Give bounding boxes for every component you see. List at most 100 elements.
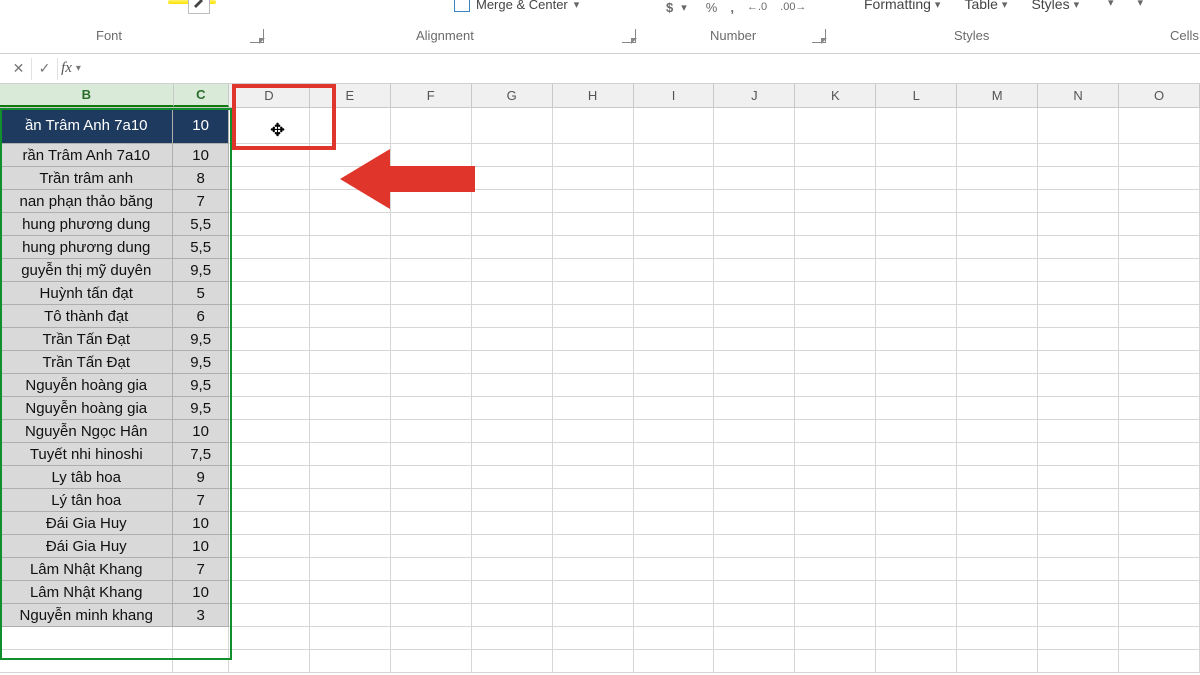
cell-name[interactable]: hung phương dung xyxy=(0,236,173,259)
cell-empty[interactable] xyxy=(714,420,795,443)
cell-empty[interactable] xyxy=(391,604,472,627)
cell-empty[interactable] xyxy=(714,236,795,259)
cell-empty[interactable] xyxy=(553,213,634,236)
cell-empty[interactable] xyxy=(310,374,391,397)
cell-empty[interactable] xyxy=(1038,236,1119,259)
cell-score[interactable]: 10 xyxy=(173,535,228,558)
cell-empty[interactable] xyxy=(714,351,795,374)
table-row[interactable]: Nguyễn hoàng gia9,5 xyxy=(0,397,1200,420)
cell-empty[interactable] xyxy=(229,213,310,236)
cell-empty[interactable] xyxy=(795,581,876,604)
cell-empty[interactable] xyxy=(553,489,634,512)
col-header-J[interactable]: J xyxy=(714,84,795,107)
table-row[interactable]: nan phạn thảo băng7 xyxy=(0,190,1200,213)
cell-empty[interactable] xyxy=(472,512,553,535)
cell-empty[interactable] xyxy=(1119,374,1200,397)
cell-empty[interactable] xyxy=(553,374,634,397)
cell-empty[interactable] xyxy=(310,581,391,604)
spreadsheet[interactable]: B C D E F G H I J K L M N O ần Trâm Anh … xyxy=(0,84,1200,675)
cell-empty[interactable] xyxy=(1119,558,1200,581)
cell-name[interactable]: Nguyễn hoàng gia xyxy=(0,374,173,397)
cell-score[interactable]: 9,5 xyxy=(173,397,228,420)
cell-empty[interactable] xyxy=(957,108,1038,144)
cell-empty[interactable] xyxy=(634,108,715,144)
cell-empty[interactable] xyxy=(229,420,310,443)
delete-dropdown[interactable]: ▾ xyxy=(1138,0,1144,9)
cell-empty[interactable] xyxy=(553,108,634,144)
decrease-decimal-button[interactable]: .00→ xyxy=(774,0,812,18)
cell-empty[interactable] xyxy=(1038,167,1119,190)
cell-empty[interactable] xyxy=(472,420,553,443)
cell-empty[interactable] xyxy=(714,443,795,466)
cell-empty[interactable] xyxy=(229,144,310,167)
cell-empty[interactable] xyxy=(795,466,876,489)
cell-empty[interactable] xyxy=(1119,328,1200,351)
highlighter-icon[interactable] xyxy=(188,0,210,14)
cell-empty[interactable] xyxy=(957,167,1038,190)
formula-input[interactable] xyxy=(84,54,1200,83)
cell-empty[interactable] xyxy=(634,466,715,489)
col-header-H[interactable]: H xyxy=(553,84,634,107)
cell-empty[interactable] xyxy=(472,236,553,259)
cell-empty[interactable] xyxy=(876,535,957,558)
cell-empty[interactable] xyxy=(957,466,1038,489)
cell-score[interactable]: 10 xyxy=(173,144,228,167)
cell-name[interactable]: Tô thành đạt xyxy=(0,305,173,328)
cell-styles-dropdown[interactable]: Styles▾ xyxy=(1031,0,1079,12)
merge-and-center-button[interactable]: Merge & Center ▾ xyxy=(454,0,579,12)
cell-empty[interactable] xyxy=(1119,167,1200,190)
cell-empty[interactable] xyxy=(1038,305,1119,328)
cell-empty[interactable] xyxy=(472,397,553,420)
cell-empty[interactable] xyxy=(472,443,553,466)
cell-empty[interactable] xyxy=(957,190,1038,213)
cell-empty[interactable] xyxy=(472,328,553,351)
cell-empty[interactable] xyxy=(553,167,634,190)
cell-score[interactable]: 10 xyxy=(173,108,228,144)
cell-name[interactable]: Lâm Nhật Khang xyxy=(0,581,173,604)
cell-empty[interactable] xyxy=(795,282,876,305)
cell-empty[interactable] xyxy=(795,190,876,213)
cell-empty[interactable] xyxy=(876,282,957,305)
cell-empty[interactable] xyxy=(553,581,634,604)
table-row[interactable]: Lâm Nhật Khang10 xyxy=(0,581,1200,604)
fx-button[interactable]: fx▾ xyxy=(58,58,84,80)
cell-empty[interactable] xyxy=(795,512,876,535)
cell-empty[interactable] xyxy=(1119,259,1200,282)
cell-empty[interactable] xyxy=(714,305,795,328)
cell-empty[interactable] xyxy=(795,108,876,144)
cell-empty[interactable] xyxy=(229,581,310,604)
cell-empty[interactable] xyxy=(229,489,310,512)
cell-score[interactable]: 9,5 xyxy=(173,259,228,282)
cell-empty[interactable] xyxy=(634,282,715,305)
cell-empty[interactable] xyxy=(634,443,715,466)
cell-empty[interactable] xyxy=(876,420,957,443)
cell-score[interactable]: 7,5 xyxy=(173,443,228,466)
table-row[interactable]: Trần trâm anh8 xyxy=(0,167,1200,190)
cell-empty[interactable] xyxy=(310,236,391,259)
cell-empty[interactable] xyxy=(714,282,795,305)
cell-score[interactable]: 7 xyxy=(173,190,228,213)
cell-empty[interactable] xyxy=(876,213,957,236)
col-header-E[interactable]: E xyxy=(310,84,391,107)
cell-empty[interactable] xyxy=(1038,282,1119,305)
cell-empty[interactable] xyxy=(1038,108,1119,144)
increase-decimal-button[interactable]: ←.0 xyxy=(741,0,773,18)
cell-score[interactable]: 9,5 xyxy=(173,351,228,374)
cell-empty[interactable] xyxy=(391,581,472,604)
cell-empty[interactable] xyxy=(957,259,1038,282)
cell-empty[interactable] xyxy=(310,328,391,351)
cell-empty[interactable] xyxy=(391,259,472,282)
cell-empty[interactable] xyxy=(1119,236,1200,259)
cell-score[interactable]: 10 xyxy=(173,581,228,604)
cell-empty[interactable] xyxy=(391,108,472,144)
cell-empty[interactable] xyxy=(876,466,957,489)
cell-empty[interactable] xyxy=(1038,328,1119,351)
cell-empty[interactable] xyxy=(795,535,876,558)
grid[interactable]: ần Trâm Anh 7a1010rần Trâm Anh 7a1010Trầ… xyxy=(0,108,1200,675)
cell-empty[interactable] xyxy=(714,213,795,236)
cell-empty[interactable] xyxy=(634,236,715,259)
cell-empty[interactable] xyxy=(472,282,553,305)
cell-empty[interactable] xyxy=(1038,581,1119,604)
cell-score[interactable]: 7 xyxy=(173,489,228,512)
cell-empty[interactable] xyxy=(957,397,1038,420)
